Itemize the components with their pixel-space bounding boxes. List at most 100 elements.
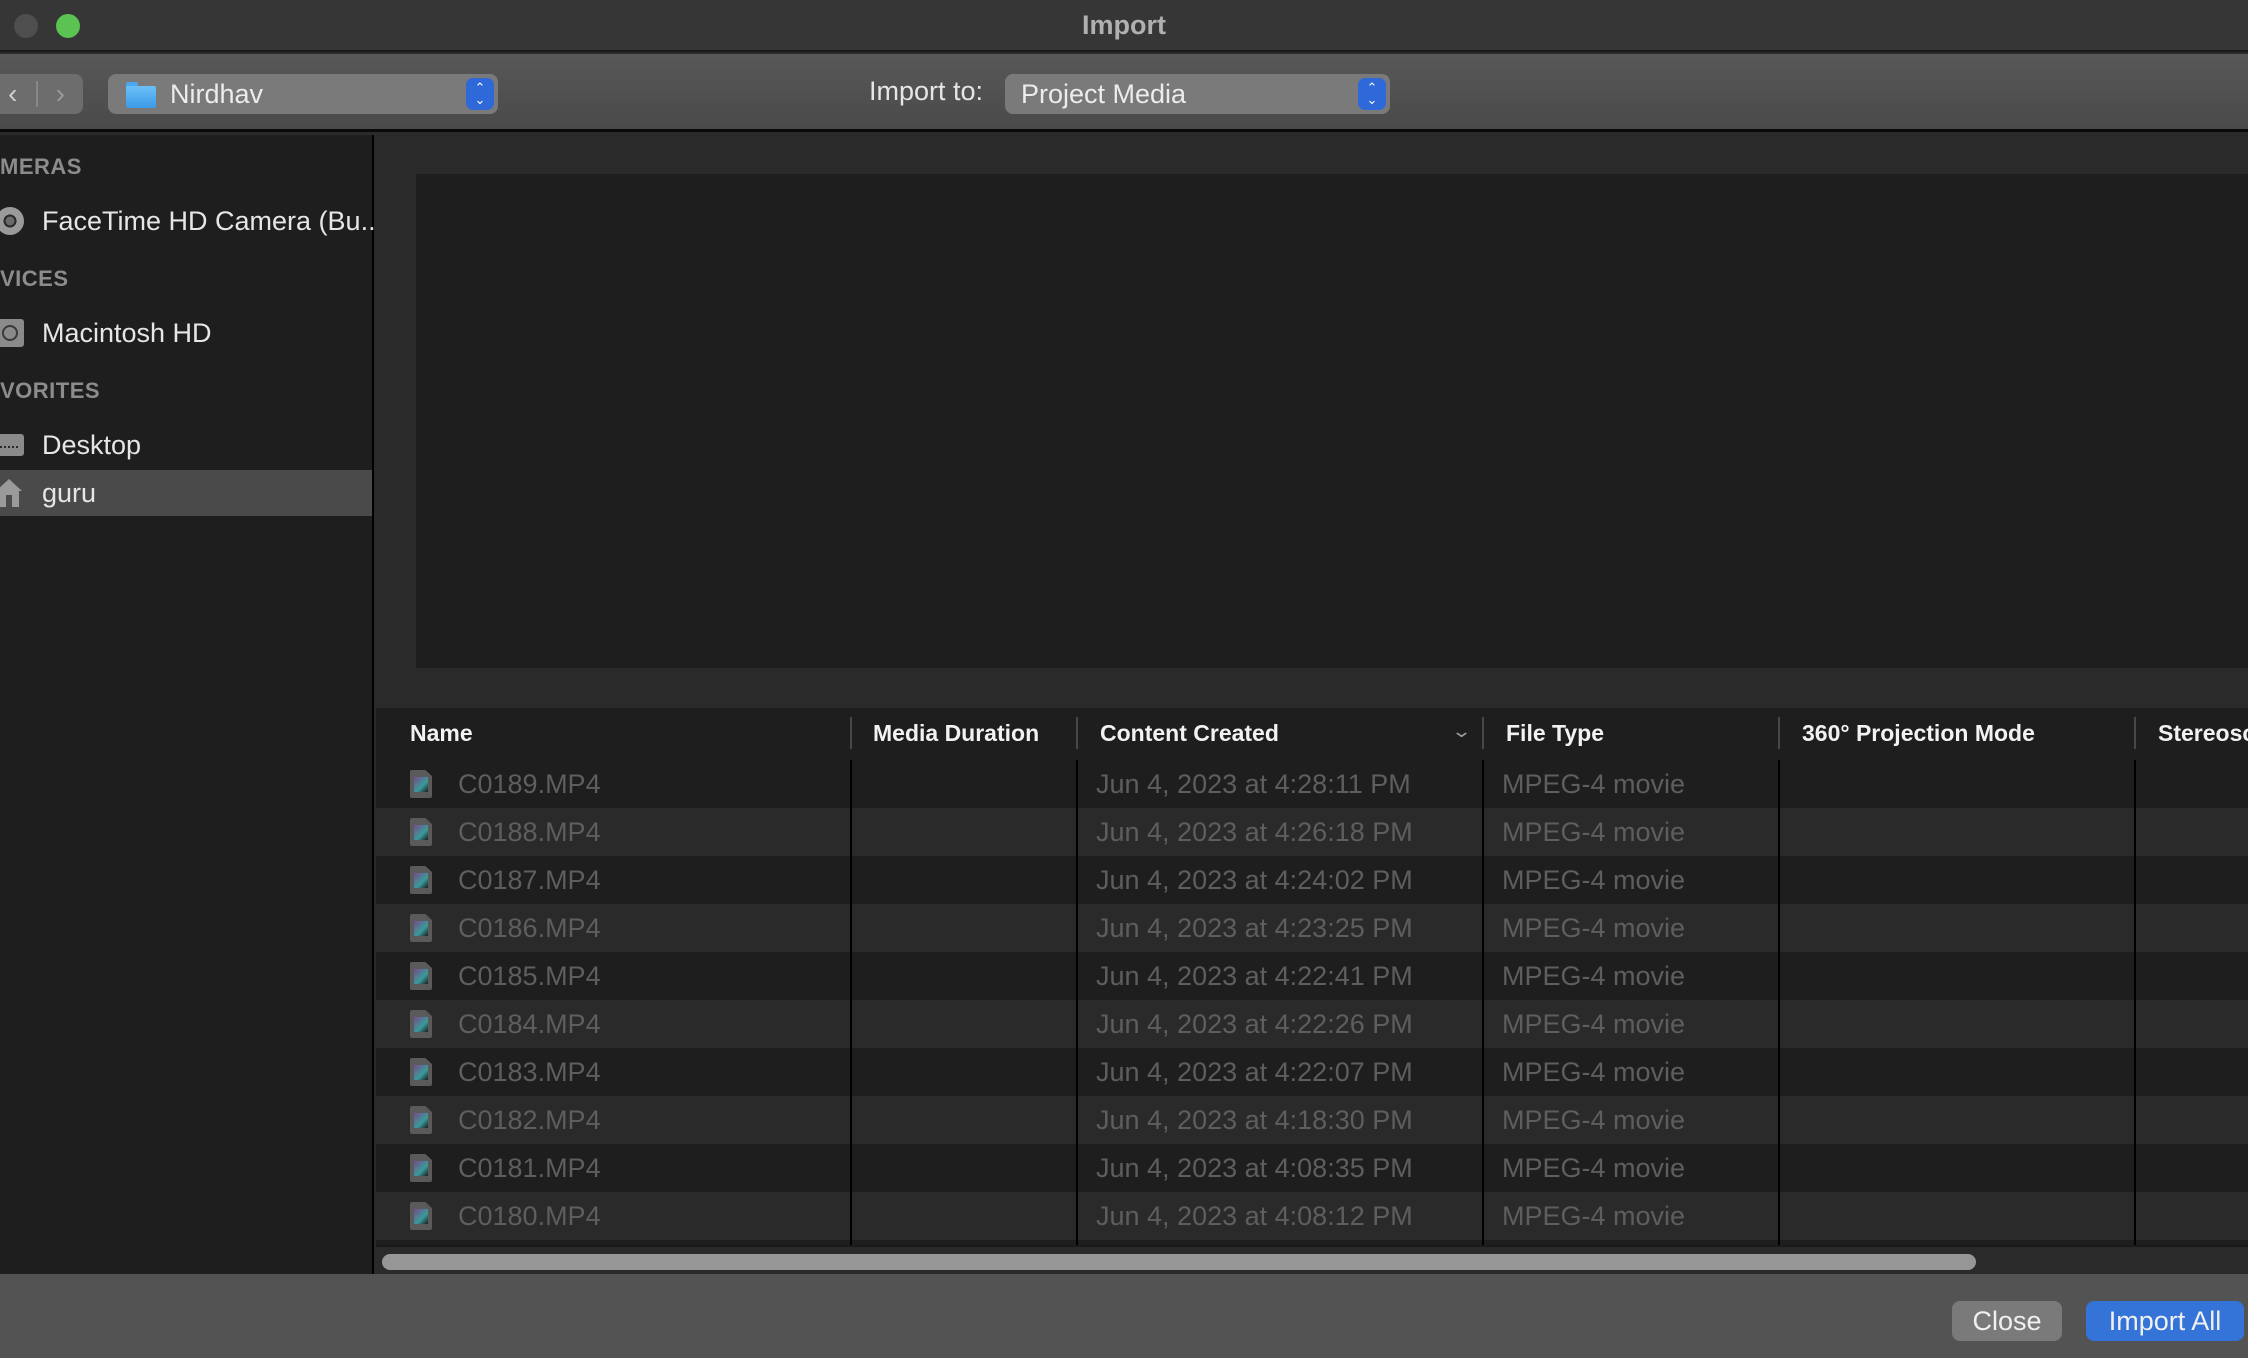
column-separator — [850, 760, 852, 1245]
desktop-icon — [0, 434, 24, 456]
table-row[interactable]: C0183.MP4 Jun 4, 2023 at 4:22:07 PM MPEG-4… — [376, 1048, 2248, 1096]
cell-name: C0181.MP4 — [458, 1152, 601, 1183]
column-header-content-created[interactable]: Content Created — [1100, 708, 1279, 758]
cell-file-type: MPEG-4 movie — [1502, 912, 1686, 943]
column-divider[interactable] — [850, 717, 852, 749]
cell-content-created: Jun 4, 2023 at 4:28:11 PM — [1096, 768, 1411, 799]
column-separator — [1778, 760, 1780, 1245]
table-row[interactable]: C0189.MP4 Jun 4, 2023 at 4:28:11 PM MPEG-4… — [376, 760, 2248, 808]
sidebar: MERAS FaceTime HD Camera (Bu... VICES Ma… — [0, 135, 383, 1274]
table-row[interactable]: C0181.MP4 Jun 4, 2023 at 4:08:35 PM MPEG-4… — [376, 1144, 2248, 1192]
window-title: Import — [1082, 10, 1166, 40]
table-row[interactable]: C0184.MP4 Jun 4, 2023 at 4:22:26 PM MPEG-4… — [376, 1000, 2248, 1048]
import-to-popup[interactable]: Project Media ⌃ ⌄ — [1005, 74, 1390, 114]
video-file-icon — [410, 1154, 432, 1182]
sort-descending-icon: ⌄ — [1450, 721, 1473, 741]
scrollbar-thumb[interactable] — [382, 1254, 1976, 1270]
table-row[interactable]: C0186.MP4 Jun 4, 2023 at 4:23:25 PM MPEG-4… — [376, 904, 2248, 952]
sidebar-item-label: guru — [42, 477, 97, 508]
video-file-icon — [410, 1202, 432, 1230]
cell-content-created: Jun 4, 2023 at 4:08:35 PM — [1096, 1152, 1413, 1183]
cell-content-created: Jun 4, 2023 at 4:24:02 PM — [1096, 864, 1413, 895]
cell-content-created: Jun 4, 2023 at 4:22:41 PM — [1096, 960, 1413, 991]
video-file-icon — [410, 1010, 432, 1038]
cell-file-type: MPEG-4 movie — [1502, 864, 1686, 895]
chevron-left-icon: ‹ — [8, 78, 18, 109]
table-row[interactable]: C0188.MP4 Jun 4, 2023 at 4:26:18 PM MPEG-4… — [376, 808, 2248, 856]
horizontal-scrollbar[interactable] — [376, 1245, 2248, 1274]
camera-icon — [0, 207, 24, 235]
table-row[interactable]: C0182.MP4 Jun 4, 2023 at 4:18:30 PM MPEG-4… — [376, 1096, 2248, 1144]
bottom-bar: Close Import All — [0, 1274, 2248, 1358]
cell-content-created: Jun 4, 2023 at 4:22:07 PM — [1096, 1056, 1413, 1087]
column-divider[interactable] — [2134, 717, 2136, 749]
cell-content-created: Jun 4, 2023 at 4:22:26 PM — [1096, 1008, 1413, 1039]
cell-name: C0188.MP4 — [458, 816, 601, 847]
chevron-right-icon: › — [55, 78, 65, 109]
popup-stepper-icon: ⌃ ⌄ — [466, 78, 494, 110]
cell-content-created: Jun 4, 2023 at 4:26:18 PM — [1096, 816, 1413, 847]
column-divider[interactable] — [1482, 717, 1484, 749]
popup-stepper-icon: ⌃ ⌄ — [1358, 78, 1386, 110]
cell-name: C0187.MP4 — [458, 864, 601, 895]
folder-icon — [126, 82, 156, 108]
sidebar-item-desktop[interactable]: Desktop — [0, 422, 372, 468]
cell-file-type: MPEG-4 movie — [1502, 816, 1686, 847]
table-row[interactable]: C0180.MP4 Jun 4, 2023 at 4:08:12 PM MPEG-4… — [376, 1192, 2248, 1240]
title-bar: Import — [0, 0, 2248, 52]
column-header-media-duration[interactable]: Media Duration — [873, 708, 1039, 758]
sidebar-item-macintosh-hd[interactable]: Macintosh HD — [0, 310, 372, 356]
sidebar-item-guru[interactable]: guru — [0, 470, 372, 516]
cell-name: C0182.MP4 — [458, 1104, 601, 1135]
import-to-label: Import to: — [869, 76, 984, 106]
media-preview-area — [416, 174, 2248, 668]
cell-file-type: MPEG-4 movie — [1502, 1152, 1686, 1183]
cell-content-created: Jun 4, 2023 at 4:18:30 PM — [1096, 1104, 1413, 1135]
table-row[interactable]: C0187.MP4 Jun 4, 2023 at 4:24:02 PM MPEG-4… — [376, 856, 2248, 904]
column-divider[interactable] — [1778, 717, 1780, 749]
file-table: Name Media Duration Content Created ⌄ Fi… — [376, 708, 2248, 1245]
toolbar: ‹ › Nirdhav ⌃ ⌄ Import to: Project Media … — [0, 54, 2248, 132]
column-separator — [2134, 760, 2136, 1245]
cell-content-created: Jun 4, 2023 at 4:23:25 PM — [1096, 912, 1413, 943]
import-all-button[interactable]: Import All — [2086, 1301, 2244, 1341]
section-header-favorites: VORITES — [0, 378, 101, 403]
video-file-icon — [410, 1058, 432, 1086]
cell-name: C0180.MP4 — [458, 1200, 601, 1231]
cell-name: C0184.MP4 — [458, 1008, 601, 1039]
sidebar-item-label: FaceTime HD Camera (Bu... — [42, 205, 384, 236]
import-to-value: Project Media — [1021, 78, 1187, 109]
video-file-icon — [410, 770, 432, 798]
video-file-icon — [410, 1106, 432, 1134]
cell-file-type: MPEG-4 movie — [1502, 960, 1686, 991]
main-panel: Name Media Duration Content Created ⌄ Fi… — [376, 135, 2248, 1274]
table-header: Name Media Duration Content Created ⌄ Fi… — [376, 708, 2248, 758]
cell-name: C0186.MP4 — [458, 912, 601, 943]
sidebar-item-label: Macintosh HD — [42, 317, 212, 348]
table-row[interactable]: C0185.MP4 Jun 4, 2023 at 4:22:41 PM MPEG-4… — [376, 952, 2248, 1000]
cell-file-type: MPEG-4 movie — [1502, 1104, 1686, 1135]
cell-file-type: MPEG-4 movie — [1502, 1200, 1686, 1231]
location-popup[interactable]: Nirdhav ⌃ ⌄ — [108, 74, 498, 114]
video-file-icon — [410, 962, 432, 990]
sidebar-item-facetime-camera[interactable]: FaceTime HD Camera (Bu... — [0, 198, 383, 244]
home-icon — [0, 479, 22, 507]
column-separator — [1482, 760, 1484, 1245]
column-header-file-type[interactable]: File Type — [1506, 708, 1604, 758]
cell-file-type: MPEG-4 movie — [1502, 1008, 1686, 1039]
back-button[interactable]: ‹ — [0, 74, 36, 114]
column-header-name[interactable]: Name — [410, 708, 473, 758]
sidebar-item-label: Desktop — [42, 429, 142, 460]
column-header-stereoscopic[interactable]: Stereosc — [2158, 708, 2248, 758]
location-value: Nirdhav — [170, 78, 264, 109]
cell-content-created: Jun 4, 2023 at 4:08:12 PM — [1096, 1200, 1413, 1231]
column-divider[interactable] — [1076, 717, 1078, 749]
video-file-icon — [410, 818, 432, 846]
cell-name: C0185.MP4 — [458, 960, 601, 991]
forward-button[interactable]: › — [38, 74, 84, 114]
close-button[interactable]: Close — [1952, 1301, 2062, 1341]
video-file-icon — [410, 914, 432, 942]
column-header-360-projection-mode[interactable]: 360° Projection Mode — [1802, 708, 2035, 758]
navigation-segment: ‹ › — [0, 74, 83, 114]
cell-file-type: MPEG-4 movie — [1502, 1056, 1686, 1087]
